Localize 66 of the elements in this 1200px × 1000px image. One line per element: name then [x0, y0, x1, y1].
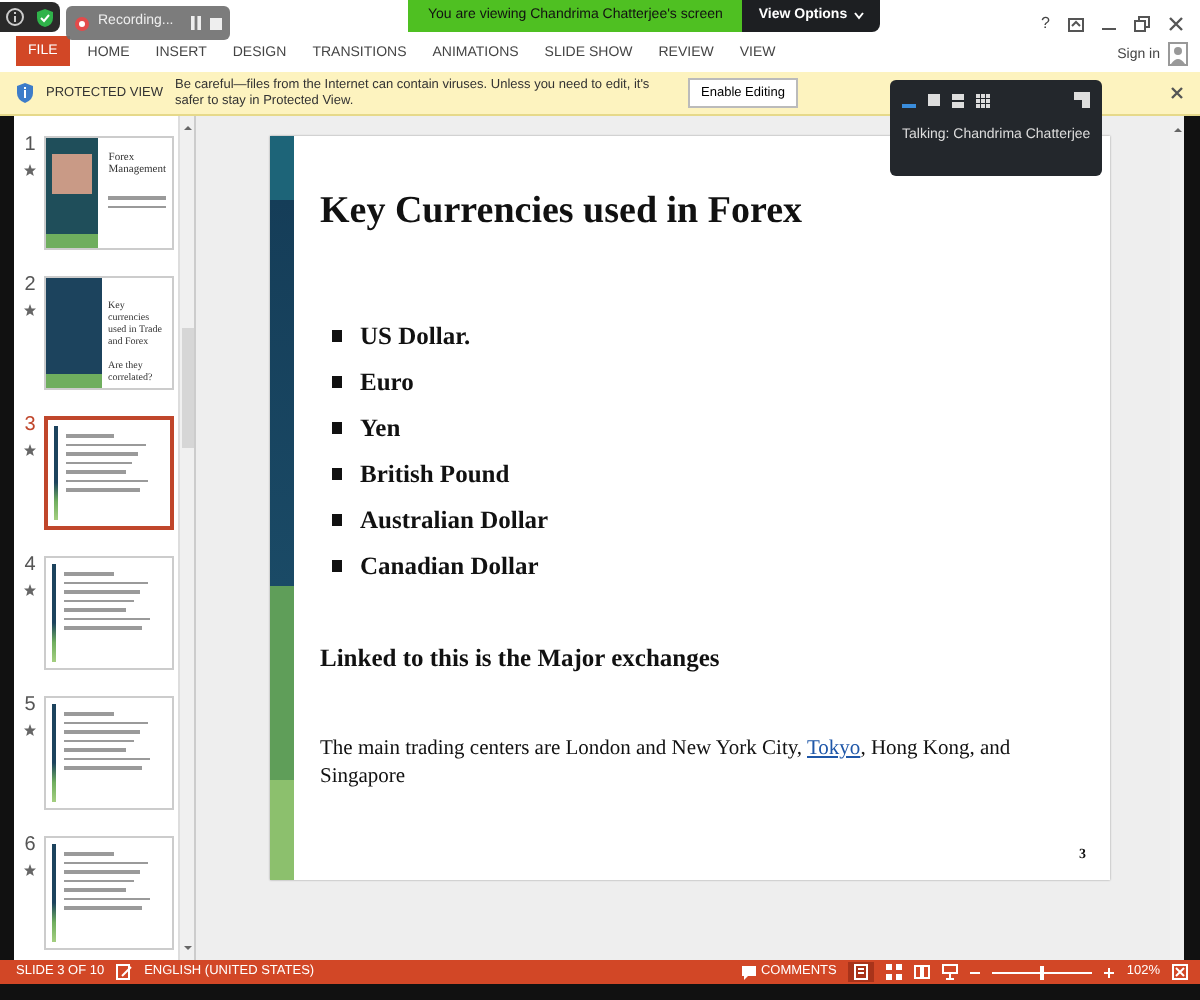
accent-stripe	[52, 564, 56, 662]
scrollbar-thumb[interactable]	[181, 328, 193, 448]
bullet-icon	[332, 422, 342, 434]
text-lines-drawing	[108, 196, 166, 208]
slide-number: 2	[24, 276, 36, 296]
scroll-up-icon[interactable]	[1171, 124, 1183, 136]
slide-number: 5	[24, 696, 36, 716]
fit-to-window-icon[interactable]	[1172, 964, 1188, 980]
bullet-icon	[332, 514, 342, 526]
bullet-text: US Dollar.	[360, 320, 471, 352]
help-button[interactable]: ?	[1041, 12, 1050, 36]
reading-view-icon[interactable]	[914, 964, 931, 980]
pause-icon[interactable]	[190, 16, 202, 30]
zoom-slider-thumb[interactable]	[1040, 965, 1045, 979]
exit-fullscreen-icon[interactable]	[1074, 92, 1090, 108]
bullet-text: Canadian Dollar	[360, 550, 539, 582]
star-icon	[24, 724, 36, 736]
slideshow-icon[interactable]	[942, 964, 959, 980]
slide-sorter-icon[interactable]	[886, 964, 903, 980]
bullet-icon	[332, 560, 342, 572]
shield-icon[interactable]	[36, 7, 54, 27]
bullet-icon	[332, 376, 342, 388]
accent-stripe	[54, 426, 58, 520]
caret-icon	[853, 12, 864, 20]
stacked-view-icon[interactable]	[952, 93, 964, 107]
bullet-icon	[332, 330, 342, 342]
section-panel	[46, 278, 102, 388]
bullet-text: British Pound	[360, 458, 510, 490]
scroll-down-icon[interactable]	[181, 942, 193, 954]
slide-thumbnail[interactable]	[44, 416, 174, 530]
stop-icon[interactable]	[210, 17, 222, 29]
tokyo-link[interactable]: Tokyo	[807, 738, 861, 760]
star-icon	[24, 864, 36, 876]
star-icon	[24, 584, 36, 596]
star-icon	[24, 164, 36, 176]
zoom-in-icon[interactable]	[1104, 967, 1115, 977]
close-icon[interactable]	[1168, 16, 1184, 32]
shield-icon	[16, 82, 34, 104]
accent-stripe	[52, 844, 56, 942]
slide-number: 3	[24, 416, 36, 436]
notes-icon[interactable]	[116, 964, 133, 980]
scroll-up-icon[interactable]	[181, 122, 193, 134]
info-icon[interactable]	[6, 8, 24, 26]
close-icon[interactable]	[1170, 86, 1184, 100]
slide-subheading: Linked to this is the Major exchanges	[320, 642, 722, 674]
record-icon	[74, 15, 90, 31]
bullet-text: Euro	[360, 366, 414, 398]
maximize-icon[interactable]	[1134, 16, 1150, 32]
star-icon	[24, 444, 36, 456]
slide-paragraph: The main trading centers are London and New York City, Tokyo, Hong Kong, and Singapore	[320, 736, 1013, 792]
accent-stripe	[52, 704, 56, 802]
slide-number: 1	[24, 136, 36, 156]
ribbon-display-icon[interactable]	[1068, 17, 1084, 31]
slide-title: Key Currencies used in Forex	[320, 188, 804, 236]
footer-band	[46, 234, 99, 248]
bullet-text: Australian Dollar	[360, 504, 549, 536]
bullet-text: Yen	[360, 412, 401, 444]
grid-view-icon[interactable]	[976, 93, 990, 107]
photo-placeholder	[52, 154, 93, 194]
normal-view-icon[interactable]	[854, 964, 869, 980]
star-icon	[24, 304, 36, 316]
slide-number: 6	[24, 836, 36, 856]
slide-number: 4	[24, 556, 36, 576]
bullet-icon	[332, 468, 342, 480]
comment-icon	[742, 965, 757, 979]
user-icon[interactable]	[1168, 42, 1188, 66]
